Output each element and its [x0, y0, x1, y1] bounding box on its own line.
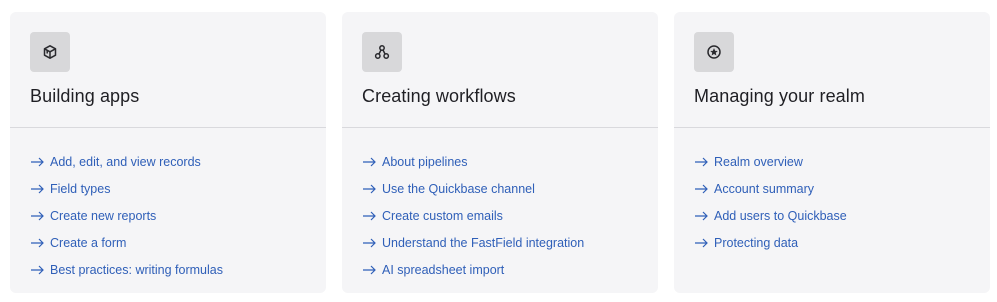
arrow-right-icon — [31, 184, 44, 193]
link-list: Realm overview Account summary Add users… — [674, 128, 990, 256]
arrow-right-icon — [363, 184, 376, 193]
link-item[interactable]: Use the Quickbase channel — [342, 175, 658, 202]
card-title: Creating workflows — [362, 86, 516, 106]
card-title: Building apps — [30, 86, 140, 106]
link-item[interactable]: Create a form — [10, 229, 326, 256]
card-title: Managing your realm — [694, 86, 865, 106]
card-header: Building apps — [10, 12, 326, 128]
arrow-right-icon — [31, 211, 44, 220]
link-label: Add, edit, and view records — [50, 154, 201, 169]
card-creating-workflows: Creating workflows About pipelines Use t… — [342, 12, 658, 293]
link-item[interactable]: Understand the FastField integration — [342, 229, 658, 256]
link-item[interactable]: Create custom emails — [342, 202, 658, 229]
link-label: Understand the FastField integration — [382, 235, 585, 250]
arrow-right-icon — [695, 157, 708, 166]
link-label: Protecting data — [714, 235, 799, 250]
link-label: About pipelines — [382, 154, 468, 169]
link-label: Use the Quickbase channel — [382, 181, 535, 196]
link-label: Realm overview — [714, 154, 803, 169]
link-item[interactable]: Protecting data — [674, 229, 990, 256]
card-header: Creating workflows — [342, 12, 658, 128]
link-label: Account summary — [714, 181, 815, 196]
workflow-nodes-icon — [362, 32, 402, 72]
link-item[interactable]: Field types — [10, 175, 326, 202]
link-item[interactable]: Add users to Quickbase — [674, 202, 990, 229]
link-list: Add, edit, and view records Field types … — [10, 128, 326, 283]
link-label: Create new reports — [50, 208, 157, 223]
arrow-right-icon — [363, 238, 376, 247]
link-item[interactable]: Add, edit, and view records — [10, 148, 326, 175]
link-label: Add users to Quickbase — [714, 208, 847, 223]
arrow-right-icon — [31, 157, 44, 166]
arrow-right-icon — [695, 184, 708, 193]
card-managing-your-realm: Managing your realm Realm overview Accou… — [674, 12, 990, 293]
arrow-right-icon — [31, 238, 44, 247]
link-item[interactable]: Best practices: writing formulas — [10, 256, 326, 283]
card-building-apps: Building apps Add, edit, and view record… — [10, 12, 326, 293]
link-label: Create a form — [50, 235, 127, 250]
arrow-right-icon — [363, 265, 376, 274]
arrow-right-icon — [695, 238, 708, 247]
link-item[interactable]: AI spreadsheet import — [342, 256, 658, 283]
arrow-right-icon — [31, 265, 44, 274]
star-badge-icon — [694, 32, 734, 72]
link-list: About pipelines Use the Quickbase channe… — [342, 128, 658, 283]
link-label: Best practices: writing formulas — [50, 262, 223, 277]
arrow-right-icon — [695, 211, 708, 220]
topic-cards: Building apps Add, edit, and view record… — [0, 0, 997, 302]
arrow-right-icon — [363, 211, 376, 220]
link-item[interactable]: Create new reports — [10, 202, 326, 229]
link-label: Create custom emails — [382, 208, 503, 223]
arrow-right-icon — [363, 157, 376, 166]
link-item[interactable]: Realm overview — [674, 148, 990, 175]
link-item[interactable]: About pipelines — [342, 148, 658, 175]
link-label: Field types — [50, 181, 111, 196]
link-item[interactable]: Account summary — [674, 175, 990, 202]
cube-icon — [30, 32, 70, 72]
card-header: Managing your realm — [674, 12, 990, 128]
link-label: AI spreadsheet import — [382, 262, 505, 277]
